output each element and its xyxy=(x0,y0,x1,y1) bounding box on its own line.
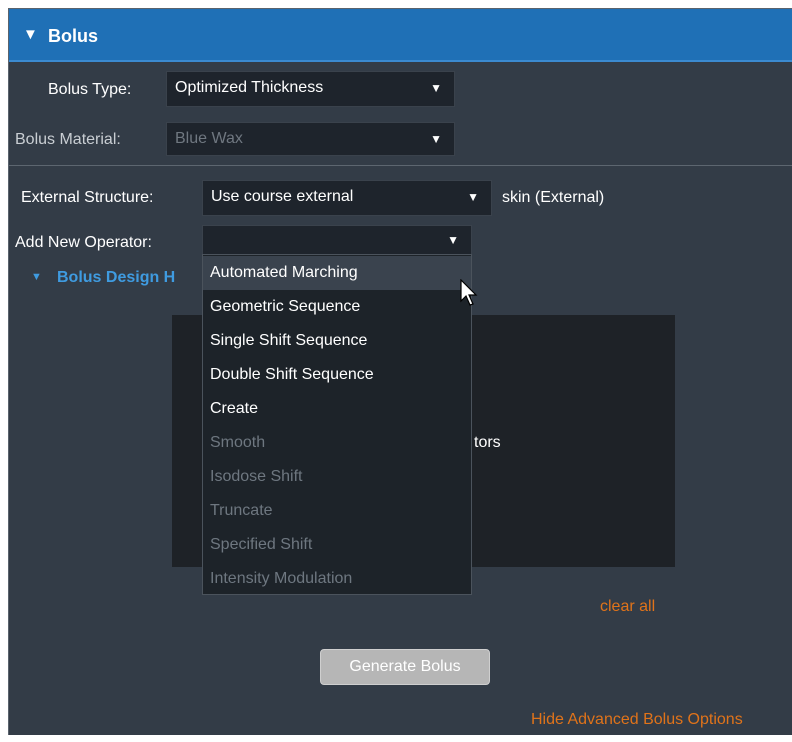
external-structure-suffix: skin (External) xyxy=(502,189,605,206)
clear-all-link[interactable]: clear all xyxy=(600,598,655,616)
add-operator-label: Add New Operator: xyxy=(15,234,152,251)
operator-dropdown-menu: Automated Marching Geometric Sequence Si… xyxy=(202,254,472,595)
bolus-type-value: Optimized Thickness xyxy=(175,79,324,96)
chevron-down-icon: ▼ xyxy=(430,81,442,95)
dropdown-option-disabled: Isodose Shift xyxy=(210,468,303,485)
collapse-triangle-icon[interactable]: ▼ xyxy=(23,26,38,43)
dropdown-option[interactable]: Double Shift Sequence xyxy=(203,358,471,392)
bolus-panel: ▼ Bolus Bolus Type: Optimized Thickness … xyxy=(8,8,792,735)
generate-bolus-button[interactable]: Generate Bolus xyxy=(320,649,490,685)
add-operator-select[interactable]: ▼ xyxy=(202,225,472,255)
bolus-type-select[interactable]: Optimized Thickness ▼ xyxy=(166,71,455,107)
chevron-down-icon: ▼ xyxy=(467,190,479,204)
divider xyxy=(9,165,792,166)
dropdown-option[interactable]: Automated Marching xyxy=(203,256,471,290)
chevron-down-icon: ▼ xyxy=(447,233,459,247)
dropdown-option-disabled: Smooth xyxy=(210,434,266,451)
operators-placeholder-text: tors xyxy=(474,434,501,451)
dropdown-option[interactable]: Create xyxy=(203,392,471,426)
dropdown-option[interactable]: Single Shift Sequence xyxy=(203,324,471,358)
external-structure-select[interactable]: Use course external ▼ xyxy=(202,180,492,216)
external-structure-label: External Structure: xyxy=(21,189,154,206)
dropdown-option-disabled: Truncate xyxy=(210,502,273,519)
dropdown-option-disabled: Specified Shift xyxy=(210,536,313,553)
design-section-triangle-icon[interactable]: ▼ xyxy=(31,271,42,283)
dropdown-option-disabled: Intensity Modulation xyxy=(210,570,353,587)
design-section-toggle[interactable]: Bolus Design H xyxy=(57,269,175,287)
panel-header[interactable]: ▼ Bolus xyxy=(9,9,792,62)
hide-advanced-options-link[interactable]: Hide Advanced Bolus Options xyxy=(531,711,743,729)
bolus-type-label: Bolus Type: xyxy=(48,81,132,98)
bolus-material-label: Bolus Material: xyxy=(15,131,121,148)
bolus-material-select: Blue Wax ▼ xyxy=(166,122,455,156)
dropdown-option[interactable]: Geometric Sequence xyxy=(203,290,471,324)
panel-title: Bolus xyxy=(48,26,99,46)
chevron-down-icon: ▼ xyxy=(430,132,442,146)
mouse-cursor-icon xyxy=(460,279,478,306)
bolus-material-value: Blue Wax xyxy=(175,130,243,147)
external-structure-value: Use course external xyxy=(211,188,354,205)
